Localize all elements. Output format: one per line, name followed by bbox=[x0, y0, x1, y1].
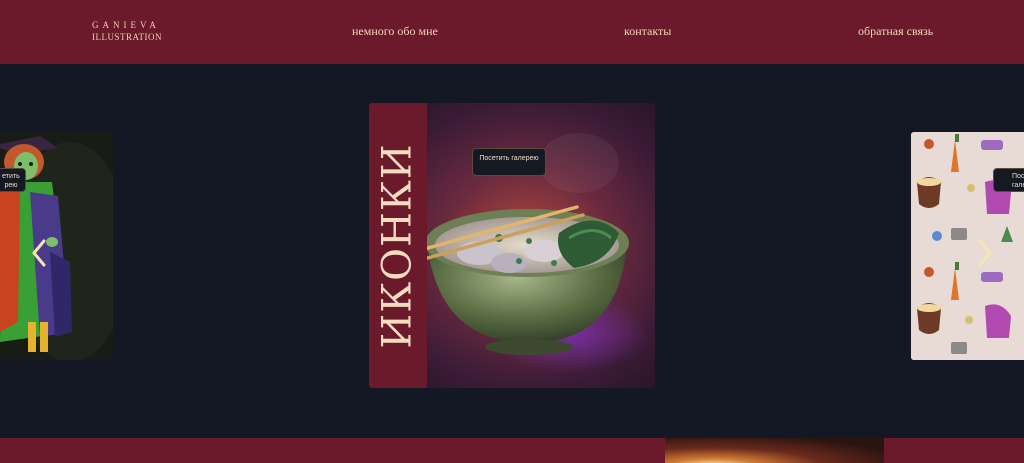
visit-gallery-button-next[interactable]: Посе гале bbox=[993, 168, 1024, 192]
category-title: ИКОНКИ bbox=[375, 142, 422, 349]
logo-subtitle: ILLUSTRATION bbox=[92, 32, 162, 42]
visit-gallery-button-previous[interactable]: етить рею bbox=[0, 168, 26, 192]
chevron-left-icon[interactable] bbox=[28, 236, 52, 270]
site-header: GANIEVA ILLUSTRATION немного обо мне кон… bbox=[0, 0, 1024, 64]
nav-link-about[interactable]: немного обо мне bbox=[352, 24, 438, 39]
witch-illustration bbox=[0, 132, 113, 360]
nav-link-feedback[interactable]: обратная связь bbox=[858, 24, 933, 39]
visit-gallery-label-previous: етить рею bbox=[2, 173, 20, 189]
visit-gallery-button[interactable]: Посетить галерею bbox=[472, 148, 546, 176]
site-logo[interactable]: GANIEVA ILLUSTRATION bbox=[92, 19, 162, 43]
visit-gallery-label-next: Посе гале bbox=[1012, 173, 1024, 189]
category-title-wrap: ИКОНКИ bbox=[369, 103, 427, 388]
gallery-card-next[interactable]: Посе гале bbox=[911, 132, 1024, 360]
chevron-right-icon[interactable] bbox=[972, 236, 996, 270]
lamp-photo bbox=[665, 438, 884, 463]
gallery-card-icons[interactable]: ИКОНКИ Посетить галерею bbox=[369, 103, 655, 388]
gallery-card-previous[interactable]: етить рею bbox=[0, 132, 113, 360]
pattern-illustration bbox=[911, 132, 1024, 360]
nav-link-contacts[interactable]: контакты bbox=[624, 24, 671, 39]
logo-name: GANIEVA bbox=[92, 20, 160, 30]
